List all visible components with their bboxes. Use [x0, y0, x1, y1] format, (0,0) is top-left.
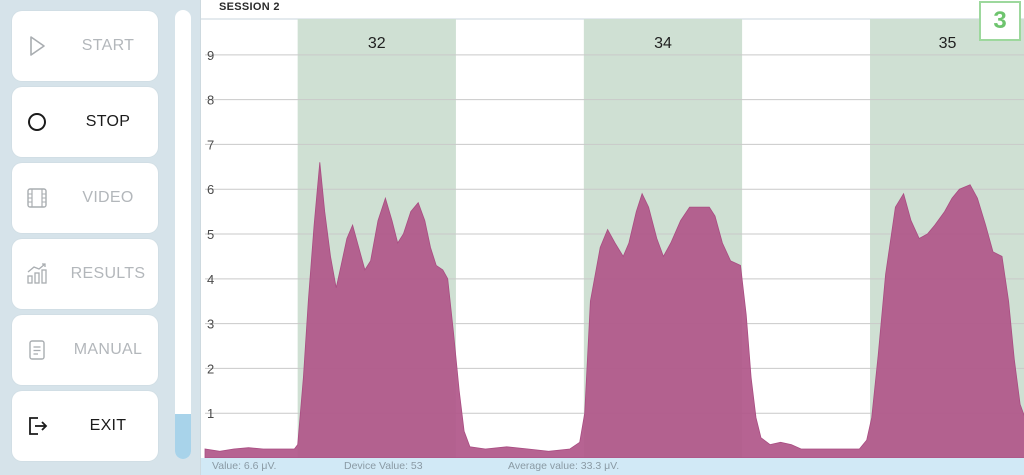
y-tick-label: 3 — [207, 317, 214, 332]
y-tick-label: 4 — [207, 272, 214, 287]
y-tick-label: 1 — [207, 406, 214, 421]
manual-button[interactable]: MANUAL — [12, 315, 158, 385]
results-button[interactable]: RESULTS — [12, 239, 158, 309]
y-tick-label: 6 — [207, 182, 214, 197]
trial-band-label: 34 — [654, 35, 672, 52]
y-tick-label: 7 — [207, 137, 214, 152]
y-tick-label: 8 — [207, 93, 214, 108]
status-average-value: Average value: 33.3 μV. — [508, 460, 620, 472]
signal-chart: 12345678932 34 35 — [201, 18, 1024, 458]
start-button[interactable]: START — [12, 11, 158, 81]
stop-circle-icon — [28, 113, 46, 131]
video-button-label: VIDEO — [82, 189, 134, 206]
manual-button-label: MANUAL — [73, 341, 143, 358]
stop-button-label: STOP — [85, 113, 131, 130]
chart-panel: 1 2 3 4 5 6 7 8 9 32 34 35 SESSION 2 3 Value: 6.6 μ… — [200, 0, 1024, 475]
start-button-label: START — [81, 37, 135, 54]
sidebar: START STOP VIDEO RESULTS MANUAL EXIT — [0, 0, 198, 475]
exit-button-label: EXIT — [89, 417, 127, 434]
status-bar: Value: 6.6 μV. Device Value: 53 Average … — [201, 458, 1024, 475]
bar-chart-icon — [27, 263, 47, 284]
y-tick-label: 5 — [207, 227, 214, 242]
exit-button[interactable]: EXIT — [12, 391, 158, 461]
document-icon — [29, 340, 45, 360]
trial-band-label: 32 — [368, 35, 386, 52]
trial-band-label: 35 — [939, 35, 957, 52]
video-button[interactable]: VIDEO — [12, 163, 158, 233]
status-value: Value: 6.6 μV. — [212, 460, 277, 472]
exit-icon — [29, 417, 48, 435]
y-tick-label: 2 — [207, 361, 214, 376]
session-count-badge: 3 — [979, 1, 1021, 41]
session-progress-bar — [175, 10, 191, 459]
play-icon — [30, 36, 45, 56]
y-tick-label: 9 — [207, 48, 214, 63]
stop-button[interactable]: STOP — [12, 87, 158, 157]
session-progress-fill — [175, 414, 191, 459]
status-device-value: Device Value: 53 — [344, 460, 423, 472]
session-title: SESSION 2 — [219, 1, 280, 13]
film-icon — [27, 188, 47, 208]
results-button-label: RESULTS — [70, 265, 146, 282]
